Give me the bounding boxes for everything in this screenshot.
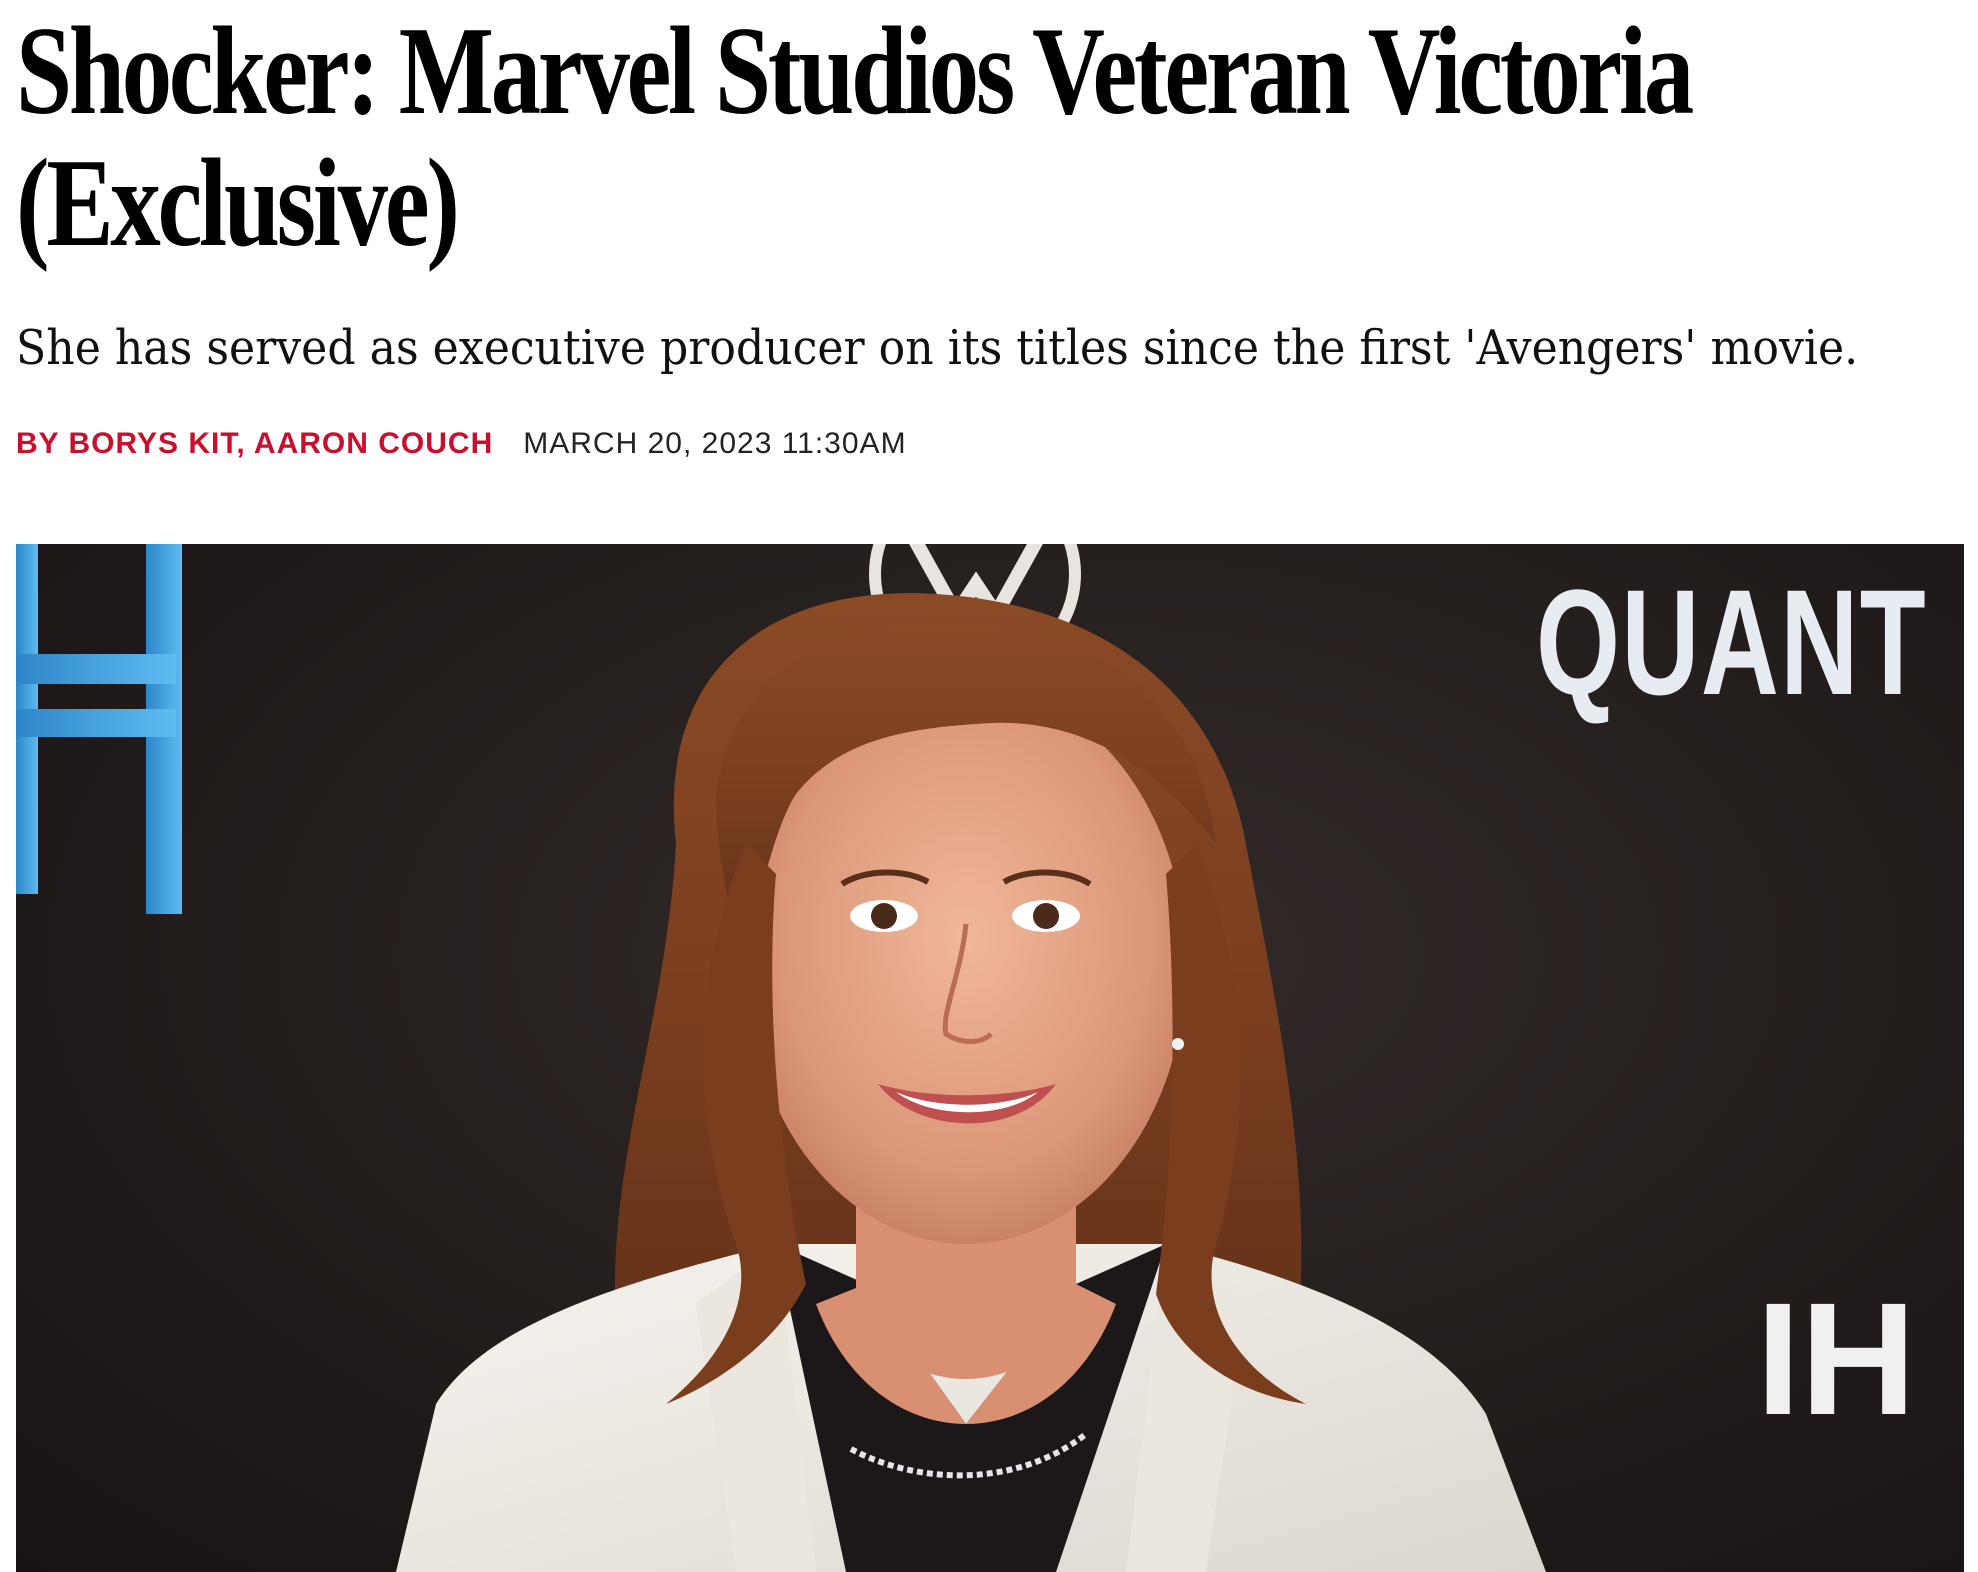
headline-line-1: Shocker: Marvel Studios Veteran Victoria <box>16 2 1694 141</box>
author-byline-link[interactable]: BY BORYS KIT, AARON COUCH <box>16 427 493 461</box>
headline-line-2: (Exclusive) <box>16 134 460 273</box>
byline-row: BY BORYS KIT, AARON COUCH MARCH 20, 2023… <box>16 424 907 464</box>
backdrop-text-top: QUANT <box>1536 559 1927 727</box>
hero-photo: H QUANT IH <box>16 544 1964 1572</box>
publish-date: MARCH 20, 2023 11:30AM <box>523 427 907 460</box>
backdrop-blue-letter: H <box>16 544 182 914</box>
article-subheadline: She has served as executive producer on … <box>16 320 1859 376</box>
hero-photo-illustration: H QUANT IH <box>16 544 1927 1572</box>
backdrop-text-bottom: IH <box>1756 1269 1916 1448</box>
article-page: Shocker: Marvel Studios Veteran Victoria… <box>0 0 1978 1572</box>
article-headline: Shocker: Marvel Studios Veteran Victoria… <box>16 6 1776 270</box>
svg-text:H: H <box>30 903 31 905</box>
portrait-person <box>396 593 1546 1572</box>
